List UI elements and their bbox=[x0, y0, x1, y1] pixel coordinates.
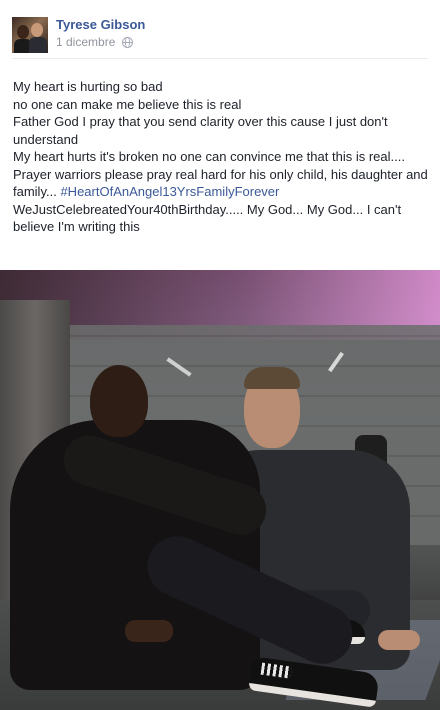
avatar-head-left bbox=[17, 25, 29, 39]
person-left-hand bbox=[125, 620, 173, 642]
post-line: My heart is hurting so bad bbox=[13, 79, 163, 94]
avatar-head-right bbox=[31, 23, 43, 37]
person-right-hair bbox=[244, 367, 300, 389]
globe-icon[interactable] bbox=[121, 37, 133, 48]
post-line: no one can make me believe this is real bbox=[13, 96, 242, 112]
facebook-post: Tyrese Gibson 1 dicembre My heart is hur… bbox=[0, 0, 440, 710]
post-paragraph: My heart hurts it's broken no one can co… bbox=[13, 148, 428, 236]
header-divider bbox=[12, 58, 428, 59]
post-line: WeJustCelebreatedYour40thBirthday..... M… bbox=[13, 201, 402, 235]
person-right-hand bbox=[378, 630, 420, 650]
post-photo[interactable] bbox=[0, 270, 440, 710]
post-line: Father God I pray that you send clarity … bbox=[13, 114, 388, 147]
hashtag-link[interactable]: #HeartOfAnAngel13YrsFamilyForever bbox=[60, 184, 279, 199]
post-date[interactable]: 1 dicembre bbox=[56, 35, 115, 49]
person-left-head bbox=[90, 365, 148, 437]
post-text: My heart is hurting so bad no one can ma… bbox=[13, 78, 428, 236]
post-meta: 1 dicembre bbox=[56, 35, 133, 49]
author-avatar[interactable] bbox=[12, 17, 48, 53]
author-name[interactable]: Tyrese Gibson bbox=[56, 17, 145, 32]
avatar-figure-right bbox=[29, 37, 47, 53]
